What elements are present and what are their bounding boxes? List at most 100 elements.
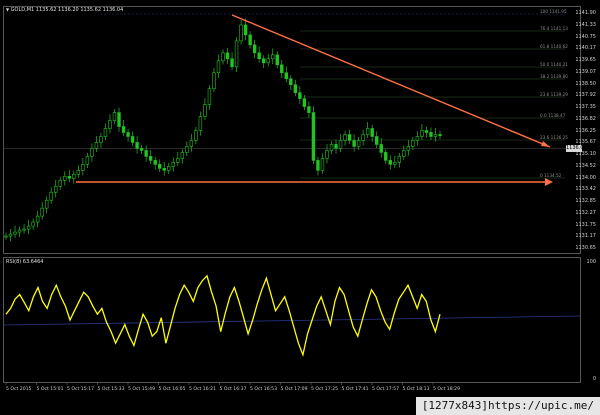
candle-body [356, 140, 361, 147]
price-axis-label: 1137.92 [575, 92, 596, 99]
price-axis-label: 1131.17 [575, 233, 596, 240]
candle-body [433, 134, 438, 137]
candle-body [139, 148, 144, 151]
candle-body [438, 134, 442, 136]
candle-body [338, 140, 343, 149]
time-axis-label: 5 Oct 17:41 [341, 387, 369, 392]
candle-body [171, 162, 175, 167]
candle-body [361, 134, 365, 141]
rsi-axis-label: 100 [586, 259, 596, 265]
candle-body [307, 106, 311, 113]
candle-body [420, 130, 424, 137]
candle-body [397, 156, 402, 163]
candle-body [225, 52, 230, 60]
price-axis-label: 1141.33 [575, 21, 596, 28]
candle-body [194, 130, 198, 141]
time-axis-label: 5 Oct 18:29 [433, 387, 461, 392]
candle-body [81, 164, 85, 171]
candle-body [58, 179, 62, 187]
candle-body [35, 215, 40, 223]
chart-window[interactable]: ▼ GOLD,M1 1135.62 1136.20 1135.62 1136.0… [0, 0, 600, 415]
candle-body [167, 166, 171, 171]
time-axis-label: 5 Oct 17:09 [280, 387, 308, 392]
time-axis-label: 5 Oct 16:53 [250, 387, 278, 392]
rsi-line [5, 274, 441, 358]
candle-body [112, 112, 117, 121]
candle-body [67, 176, 71, 179]
candle-body [311, 112, 316, 161]
candle-body [203, 104, 207, 117]
price-axis-label: 1137.35 [575, 104, 596, 110]
candle-body [343, 134, 347, 141]
candle-body [393, 162, 397, 165]
candle-body [316, 160, 320, 171]
candle-body [63, 176, 67, 181]
time-axis-label: 5 Oct 15:33 [97, 387, 125, 392]
candle-body [135, 142, 139, 149]
candle-body [248, 34, 252, 46]
fib-level-label: 0 1134.52 [540, 173, 562, 178]
candle-body [252, 44, 257, 54]
candle-body [424, 130, 429, 133]
candle-body [90, 148, 94, 157]
rsi-axis-label: 0 [592, 376, 596, 382]
price-axis-label: 1140.17 [575, 45, 596, 52]
price-axis-label: 1134.00 [575, 174, 596, 181]
candle-body [162, 168, 166, 171]
candle-body [411, 140, 415, 147]
candle-body [334, 144, 338, 149]
price-axis-label: 1138.50 [575, 80, 596, 87]
candle-body [72, 174, 76, 179]
fib-level-label: 50.0 1140.21 [540, 62, 568, 67]
candle-body [4, 235, 8, 238]
price-axis-label: 1141.90 [575, 10, 596, 16]
candle-body [153, 160, 157, 165]
candle-body [257, 52, 261, 60]
fibonacci-lines [4, 13, 566, 179]
candle-body [375, 136, 379, 145]
time-axis-label: 5 Oct 15:01 [36, 387, 64, 392]
candle-body [40, 207, 44, 217]
candle-body [198, 116, 203, 131]
candle-body [234, 40, 239, 68]
current-price-marker: 1136.04 [566, 145, 587, 152]
candle-body [49, 191, 53, 201]
candle-body [13, 231, 17, 235]
candle-body [370, 128, 374, 137]
candle-body [302, 98, 307, 107]
price-axis-label: 1136.82 [575, 115, 596, 122]
candle-body [94, 142, 99, 149]
fib-level-label: 0.0 1138.47 [540, 113, 566, 118]
candle-body [99, 136, 103, 143]
candle-body [17, 229, 22, 233]
candle-body [108, 120, 112, 129]
time-axis-label: 5 Oct 17:57 [372, 387, 400, 392]
candle-body [284, 72, 288, 80]
candle-body [44, 199, 49, 209]
price-pane-frame [3, 6, 581, 254]
candle-body [121, 126, 126, 133]
price-axis-label: 1132.27 [575, 209, 596, 216]
fib-level-label: 76.4 1141.13 [540, 26, 568, 31]
candle-body [126, 132, 130, 137]
time-axis-label: 5 Oct 16:37 [219, 387, 247, 392]
candle-body [329, 144, 334, 151]
candle-body [320, 158, 325, 171]
candle-body [298, 92, 302, 99]
candle-body [230, 58, 234, 68]
time-axis-label: 5 Oct 16:21 [189, 387, 217, 392]
candle-body [176, 158, 180, 163]
candle-body [207, 88, 212, 105]
candle-body [26, 225, 31, 230]
descending-trendline[interactable] [231, 14, 551, 148]
candle-body [189, 140, 194, 147]
descending-trendline-arrow [541, 141, 550, 147]
candle-body [130, 136, 135, 143]
candle-body [402, 150, 406, 157]
candle-body [352, 140, 356, 147]
chart-canvas[interactable] [0, 0, 600, 415]
price-axis-label: 1139.07 [575, 68, 596, 75]
time-axis-label: 5 Oct 17:25 [311, 387, 339, 392]
candle-body [243, 24, 248, 36]
dropdown-triangle-icon[interactable]: ▼ [6, 7, 9, 12]
